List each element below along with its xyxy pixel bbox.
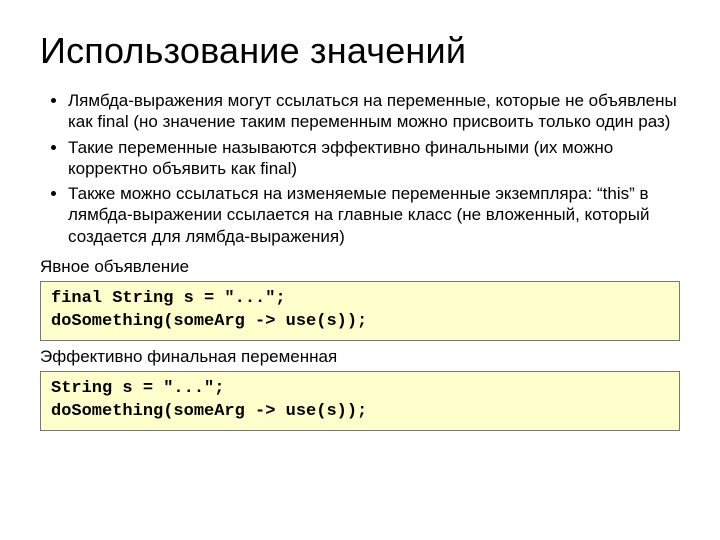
list-item: Лямбда-выражения могут ссылаться на пере… — [68, 90, 680, 133]
code-block-explicit: final String s = "..."; doSomething(some… — [40, 281, 680, 341]
list-item: Такие переменные называются эффективно ф… — [68, 137, 680, 180]
code-label-explicit: Явное объявление — [40, 257, 680, 277]
code-block-effective: String s = "..."; doSomething(someArg ->… — [40, 371, 680, 431]
code-label-effective: Эффективно финальная переменная — [40, 347, 680, 367]
slide: Использование значений Лямбда-выражения … — [0, 0, 720, 540]
bullet-list: Лямбда-выражения могут ссылаться на пере… — [40, 90, 680, 247]
list-item: Также можно ссылаться на изменяемые пере… — [68, 183, 680, 247]
slide-title: Использование значений — [40, 30, 680, 72]
